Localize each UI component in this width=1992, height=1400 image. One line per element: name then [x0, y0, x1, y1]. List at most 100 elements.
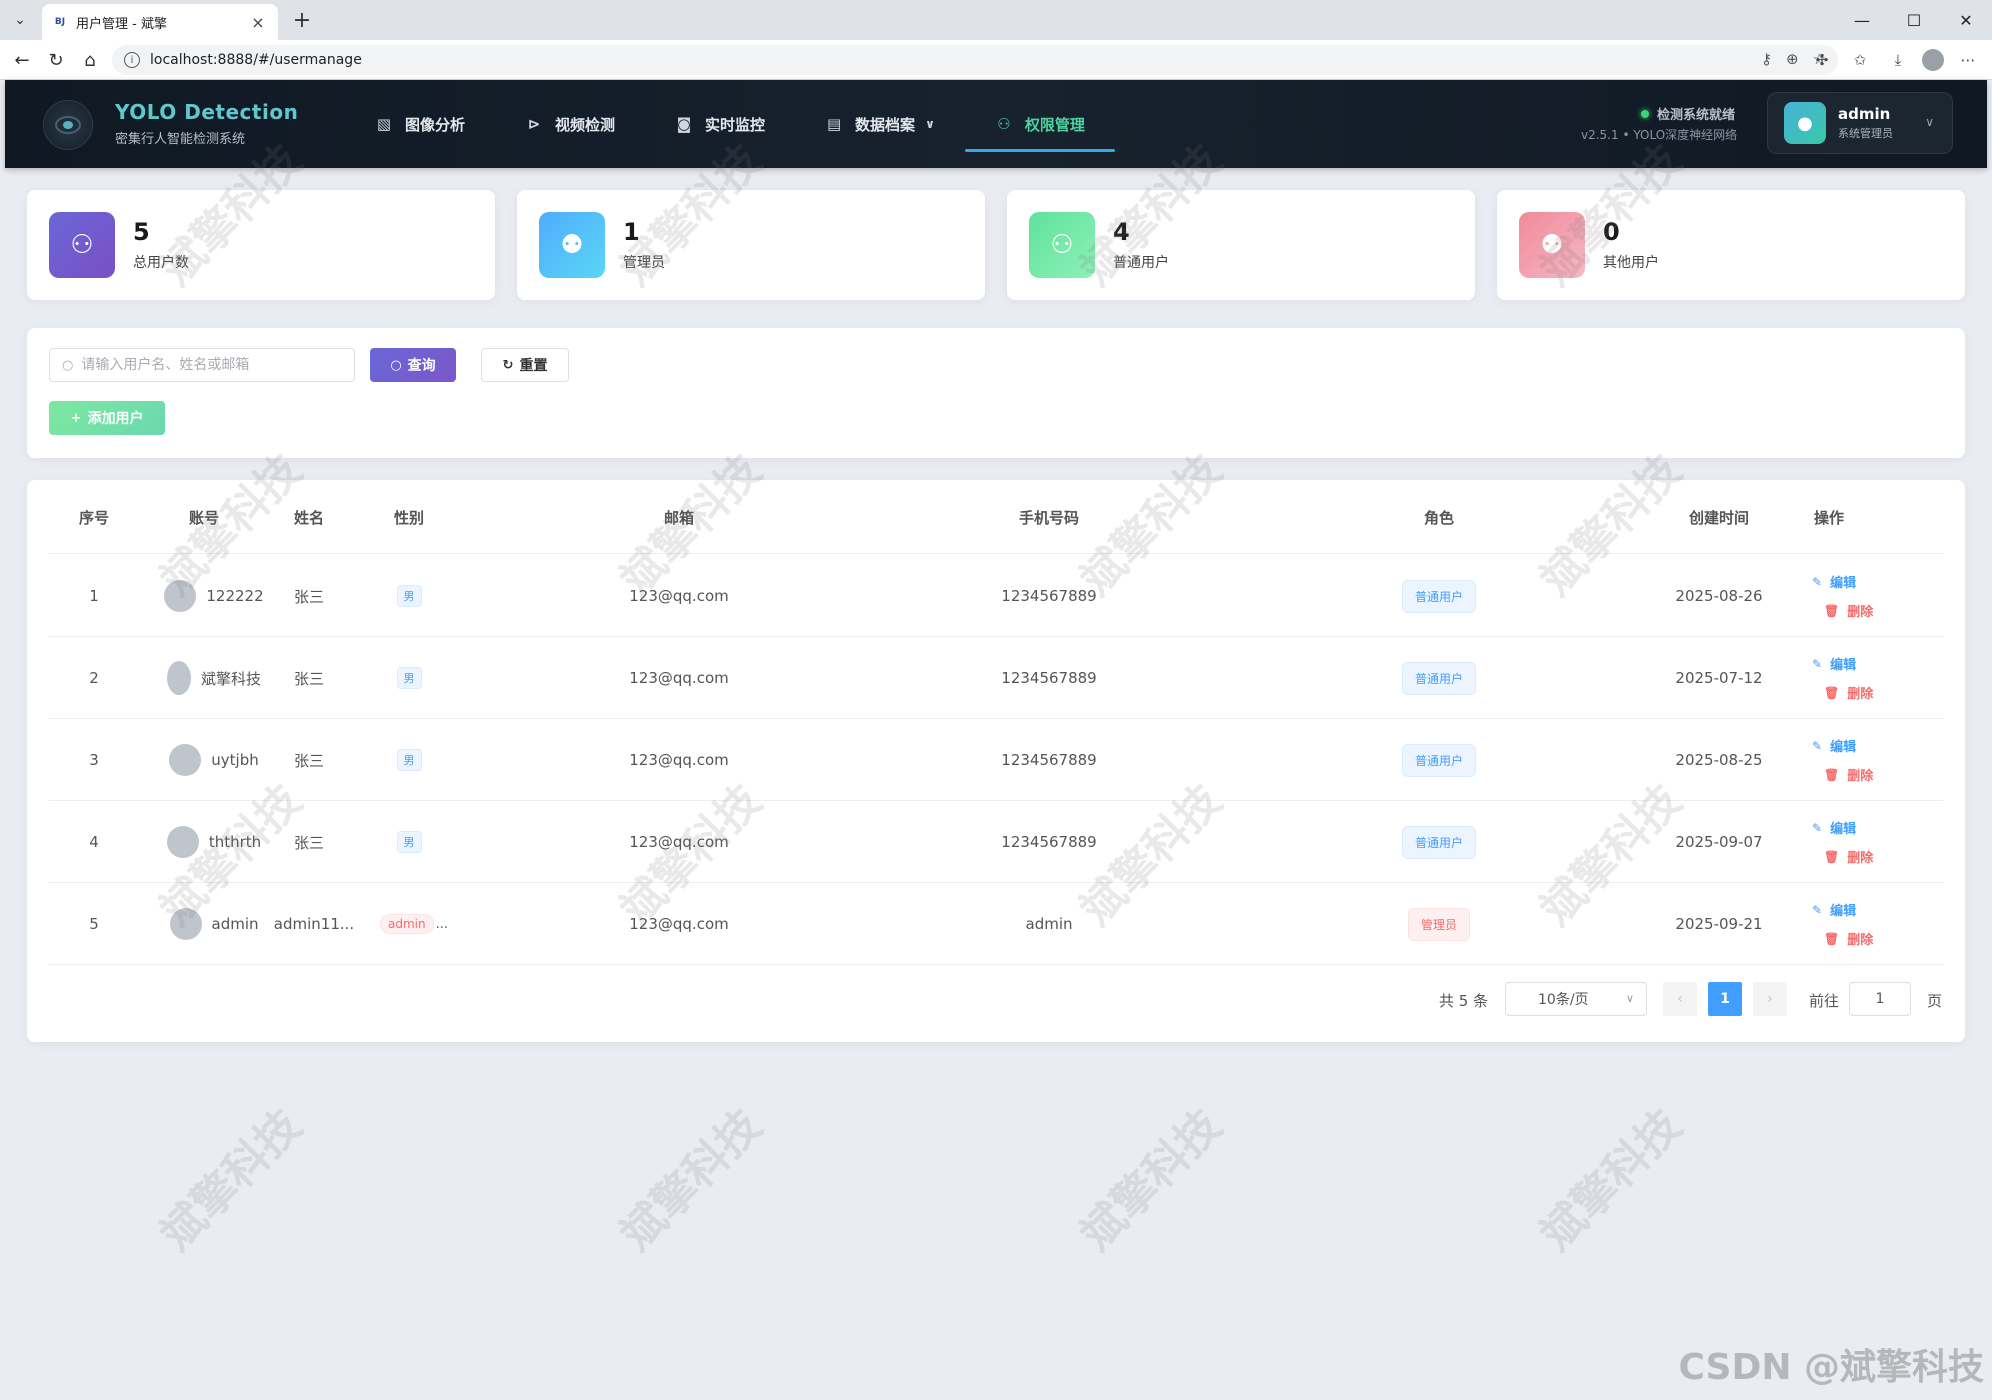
watermark: 斌擎科技 [1070, 1099, 1232, 1261]
gender-tag: 男 [396, 585, 422, 607]
query-button[interactable]: ○ 查询 [370, 348, 456, 382]
delete-button[interactable]: 🗑 删除 [1824, 765, 1873, 785]
search-input[interactable] [81, 357, 342, 373]
edit-icon: ✎ [1812, 738, 1823, 753]
column-header: 姓名 [293, 508, 324, 527]
normal-user-icon: ⚇ [1029, 212, 1095, 278]
edit-button[interactable]: ✎ 编辑 [1812, 900, 1857, 920]
search-panel: ○ ○ 查询 ↻ 重置 + 添加用户 [27, 328, 1965, 458]
delete-label: 删除 [1847, 605, 1874, 620]
edit-icon: ✎ [1812, 656, 1823, 671]
cell-created: 2025-08-25 [1675, 751, 1763, 769]
edit-button[interactable]: ✎ 编辑 [1812, 818, 1857, 838]
info-icon[interactable]: i [124, 52, 140, 68]
stat-value: 5 [133, 218, 150, 246]
edit-button[interactable]: ✎ 编辑 [1812, 736, 1857, 756]
maximize-icon[interactable]: ☐ [1888, 0, 1940, 40]
reload-icon[interactable]: ↻ [42, 46, 70, 74]
tab-list-button[interactable]: ⌄ [6, 6, 34, 34]
nav-permission-manage[interactable]: ⚇ 权限管理 [964, 80, 1115, 168]
cell-account: admin [154, 883, 274, 965]
url-text[interactable]: localhost:8888/#/usermanage [150, 52, 362, 68]
role-tag: 普通用户 [1401, 825, 1476, 859]
role-tag: 普通用户 [1401, 743, 1476, 777]
extensions-icon[interactable]: ✣ [1808, 46, 1836, 74]
window-close-icon[interactable]: ✕ [1940, 0, 1992, 40]
key-icon[interactable]: ⚷ [1761, 50, 1772, 68]
gender-overflow: ... [435, 916, 448, 932]
edit-button[interactable]: ✎ 编辑 [1812, 654, 1857, 674]
edit-label: 编辑 [1830, 740, 1857, 755]
close-icon[interactable]: × [248, 13, 268, 32]
user-menu[interactable]: ● admin 系统管理员 ∨ [1767, 92, 1953, 154]
delete-button[interactable]: 🗑 删除 [1824, 847, 1873, 867]
nav-data-archive[interactable]: ▤ 数据档案 ∨ [795, 80, 965, 168]
account-text: 斌擎科技 [200, 669, 261, 688]
delete-button[interactable]: 🗑 删除 [1824, 929, 1873, 949]
delete-button[interactable]: 🗑 删除 [1824, 601, 1874, 621]
goto-page-input[interactable]: 1 [1849, 982, 1911, 1016]
avatar [166, 661, 191, 695]
favorites-icon[interactable]: ✩ [1846, 46, 1874, 74]
user-icon: ⚇ [997, 115, 1011, 133]
nav-label: 实时监控 [705, 115, 766, 134]
gender-tag: admin [379, 914, 434, 934]
trash-icon: 🗑 [1824, 767, 1840, 782]
add-user-button[interactable]: + 添加用户 [49, 401, 165, 435]
next-page-button[interactable]: › [1753, 982, 1787, 1016]
stat-value: 4 [1113, 218, 1130, 246]
cell-actions: ✎ 编辑 🗑 删除 [1794, 637, 1914, 719]
user-avatar-icon: ● [1784, 102, 1826, 144]
reset-button[interactable]: ↻ 重置 [481, 348, 569, 382]
gender-tag: 男 [396, 667, 422, 689]
cell-account: 122222 [154, 555, 274, 637]
cell-role: 普通用户 [1369, 719, 1509, 801]
minimize-icon[interactable]: — [1836, 0, 1888, 40]
download-icon[interactable]: ⤓ [1884, 46, 1912, 74]
edit-label: 编辑 [1830, 822, 1857, 837]
prev-page-button[interactable]: ‹ [1663, 982, 1697, 1016]
nav-label: 图像分析 [405, 115, 466, 134]
stat-label: 其他用户 [1603, 255, 1659, 271]
table-row: 5 admin admin11... admin ... 123@qq.com … [49, 883, 1943, 965]
admin-user-icon: ⚉ [539, 212, 605, 278]
delete-button[interactable]: 🗑 删除 [1824, 683, 1873, 703]
cell-created: 2025-09-07 [1675, 833, 1763, 851]
home-icon[interactable]: ⌂ [76, 46, 104, 74]
profile-avatar[interactable] [1922, 49, 1944, 71]
favicon-icon: BJ [54, 17, 66, 27]
edit-button[interactable]: ✎ 编辑 [1812, 572, 1856, 592]
more-icon[interactable]: ⋯ [1954, 46, 1982, 74]
cell-phone: 1234567889 [1001, 833, 1097, 851]
play-circle-icon: ⊳ [527, 115, 541, 133]
edit-label: 编辑 [1830, 658, 1857, 673]
user-role: 系统管理员 [1838, 127, 1893, 140]
nav-image-analysis[interactable]: ▧ 图像分析 [345, 80, 495, 168]
edit-label: 编辑 [1830, 904, 1857, 919]
browser-tabstrip: ⌄ BJ 用户管理 - 斌擎 × + — ☐ ✕ [0, 0, 1992, 40]
trash-icon: 🗑 [1824, 685, 1840, 700]
cell-gender: 男 [369, 801, 449, 883]
nav-realtime-monitor[interactable]: ◙ 实时监控 [645, 80, 795, 168]
table-header: 序号 账号 姓名 性别 邮箱 手机号码 角色 创建时间 操作 [49, 480, 1943, 554]
chevron-left-icon: ‹ [1677, 991, 1683, 1007]
trash-icon: 🗑 [1824, 931, 1840, 946]
status-dot-icon [1641, 109, 1649, 118]
back-icon[interactable]: ← [8, 46, 36, 74]
brand-subtitle: 密集行人智能检测系统 [115, 132, 246, 147]
zoom-icon[interactable]: ⊕ [1786, 50, 1799, 68]
cell-phone: 1234567889 [1001, 751, 1097, 769]
browser-tab[interactable]: BJ 用户管理 - 斌擎 × [42, 4, 278, 40]
nav-video-detection[interactable]: ⊳ 视频检测 [495, 80, 645, 168]
add-user-label: 添加用户 [87, 411, 144, 427]
new-tab-button[interactable]: + [288, 6, 316, 34]
address-bar[interactable]: i localhost:8888/#/usermanage ⚷ ⊕ ☆ [112, 45, 1838, 75]
cell-email: 123@qq.com [629, 833, 729, 851]
cell-actions: ✎ 编辑 🗑 删除 [1794, 883, 1914, 965]
search-field[interactable]: ○ [49, 348, 355, 382]
role-tag: 普通用户 [1401, 579, 1476, 613]
stat-value: 1 [623, 218, 640, 246]
page-number-button[interactable]: 1 [1708, 982, 1742, 1016]
page-size-select[interactable]: 10条/页 ∨ [1505, 982, 1647, 1016]
chevron-right-icon: › [1767, 991, 1773, 1007]
